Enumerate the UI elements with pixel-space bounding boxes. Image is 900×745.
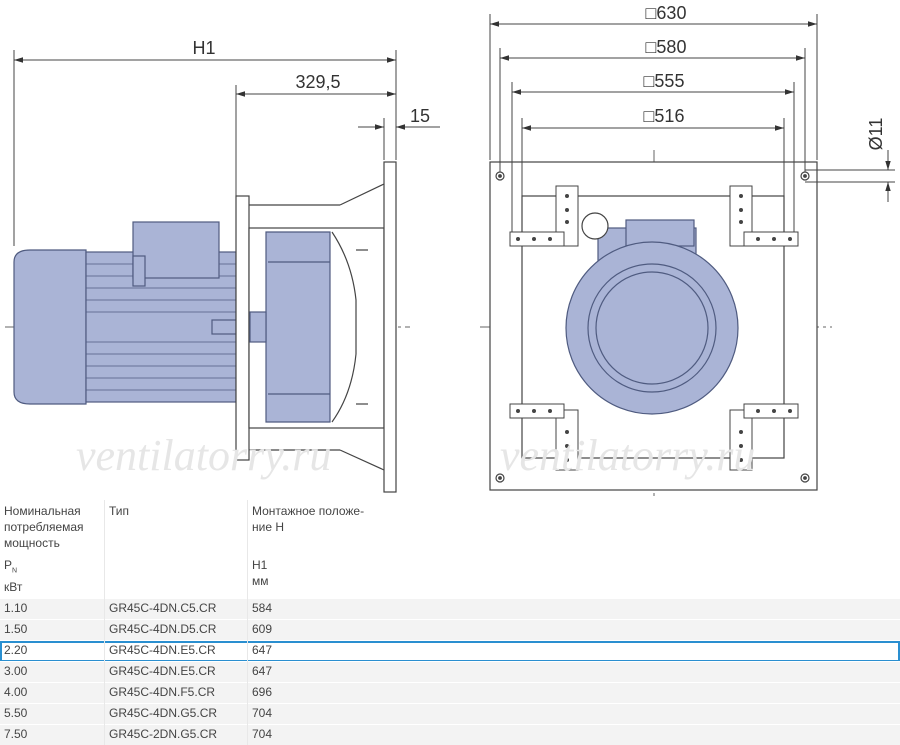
cell-h1: 584: [247, 598, 900, 620]
table-row[interactable]: 1.50 GR45C-4DN.D5.CR 609: [0, 619, 900, 641]
table-row[interactable]: 7.50 GR45C-2DN.G5.CR 704: [0, 724, 900, 745]
watermark-right: ventilatorry.ru: [500, 431, 755, 480]
dim-h1: H1: [192, 38, 215, 58]
header-type: Тип: [104, 500, 248, 599]
cell-power: 1.10: [0, 598, 105, 620]
dim-555: □555: [644, 71, 685, 91]
cell-h1: 696: [247, 682, 900, 704]
cell-type: GR45C-4DN.E5.CR: [104, 661, 248, 683]
cell-h1: 647: [247, 661, 900, 683]
header-h1-line: Монтажное положе-: [252, 504, 365, 518]
header-h1-symbol: H1: [252, 558, 268, 572]
cell-type: GR45C-4DN.C5.CR: [104, 598, 248, 620]
cell-h1: 647: [247, 640, 900, 662]
table-row-selected[interactable]: 2.20 GR45C-4DN.E5.CR 647: [0, 640, 900, 662]
header-power-symbol: PN: [4, 557, 100, 579]
spec-table: Номинальная потребляемая мощность PN кВт…: [0, 500, 900, 745]
dim-329: 329,5: [295, 72, 340, 92]
cell-type: GR45C-2DN.G5.CR: [104, 724, 248, 745]
watermark-left: ventilatorry.ru: [76, 431, 331, 480]
side-dimensions: [13, 50, 440, 246]
cell-h1: 704: [247, 724, 900, 745]
cell-type: GR45C-4DN.D5.CR: [104, 619, 248, 641]
table-row[interactable]: 3.00 GR45C-4DN.E5.CR 647: [0, 661, 900, 683]
header-power-line: мощность: [4, 536, 60, 550]
table-row[interactable]: 4.00 GR45C-4DN.F5.CR 696: [0, 682, 900, 704]
header-power-unit: кВт: [4, 580, 23, 595]
header-power-line: Номинальная: [4, 504, 81, 518]
dim-15: 15: [410, 106, 430, 126]
dim-630: □630: [646, 3, 687, 23]
cell-type: GR45C-4DN.G5.CR: [104, 703, 248, 725]
cell-power: 3.00: [0, 661, 105, 683]
header-power-line: потребляемая: [4, 520, 84, 534]
cell-power: 2.20: [0, 640, 105, 662]
cell-power: 4.00: [0, 682, 105, 704]
technical-drawing: H1 329,5 15 □630 □580 □555 □516 Ø11 vent…: [5, 3, 895, 500]
cell-h1: 704: [247, 703, 900, 725]
symbol-sub: N: [12, 567, 18, 575]
cell-power: 5.50: [0, 703, 105, 725]
cell-type: GR45C-4DN.F5.CR: [104, 682, 248, 704]
table-row[interactable]: 1.10 GR45C-4DN.C5.CR 584: [0, 598, 900, 620]
symbol-p: P: [4, 558, 13, 572]
cell-power: 1.50: [0, 619, 105, 641]
dim-11: Ø11: [866, 118, 886, 151]
header-power: Номинальная потребляемая мощность PN кВт: [0, 500, 105, 599]
cell-h1: 609: [247, 619, 900, 641]
header-type-label: Тип: [109, 504, 130, 518]
cell-power: 7.50: [0, 724, 105, 745]
header-h1-line: ние H: [252, 520, 285, 534]
cell-type: GR45C-4DN.E5.CR: [104, 640, 248, 662]
table-row[interactable]: 5.50 GR45C-4DN.G5.CR 704: [0, 703, 900, 725]
header-h1-unit: мм: [252, 574, 269, 588]
dim-516: □516: [644, 106, 685, 126]
dim-580: □580: [646, 37, 687, 57]
header-h1: Монтажное положе- ние H H1 мм: [247, 500, 900, 599]
table-header-row: Номинальная потребляемая мощность PN кВт…: [0, 500, 900, 599]
